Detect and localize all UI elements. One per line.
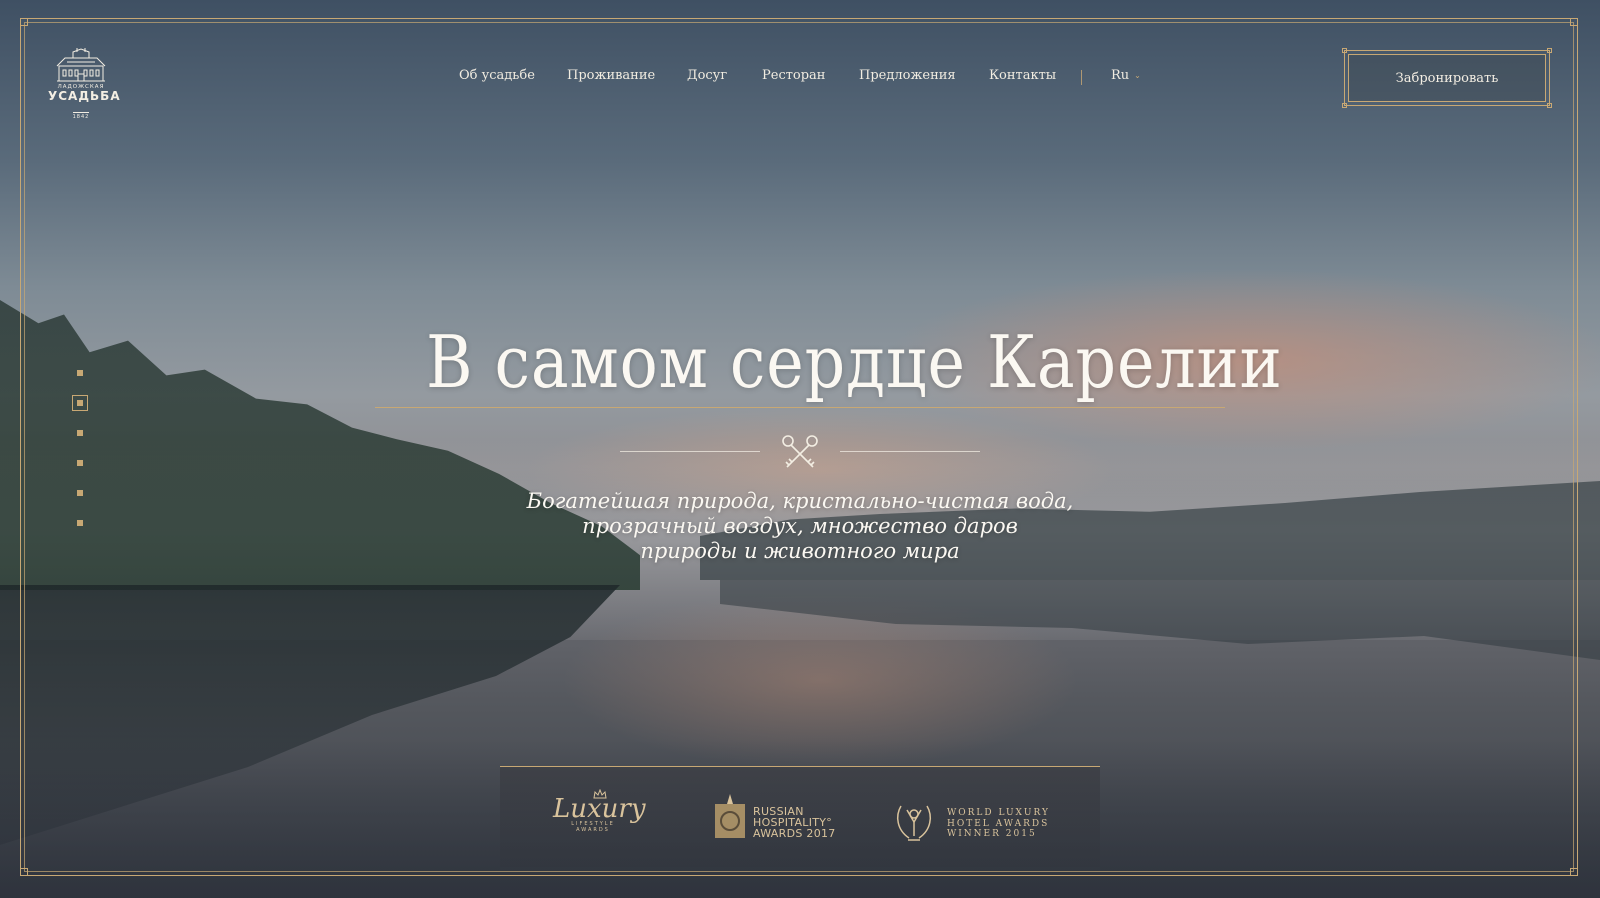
hero-subtitle: Богатейшая природа, кристально-чистая во… bbox=[450, 489, 1150, 564]
slide-dot[interactable] bbox=[77, 460, 83, 466]
nav-item-offers[interactable]: Предложения bbox=[859, 68, 956, 83]
frame-corner bbox=[1570, 18, 1578, 26]
headline-underline bbox=[375, 407, 1225, 408]
crown-icon bbox=[593, 789, 607, 799]
ornament-line-left bbox=[620, 451, 760, 452]
nav-item-restaurant[interactable]: Ресторан bbox=[762, 68, 825, 83]
award-wl-line: WINNER 2015 bbox=[947, 829, 1037, 839]
frame-corner bbox=[20, 18, 28, 26]
subtitle-line: прозрачный воздух, множество даров bbox=[582, 514, 1018, 538]
button-corner bbox=[1547, 48, 1552, 53]
language-label: Ru bbox=[1111, 68, 1130, 83]
nav-divider bbox=[1081, 70, 1082, 85]
button-corner bbox=[1547, 103, 1552, 108]
award-rha-text: RUSSIAN HOSPITALITY° AWARDS 2017 bbox=[753, 806, 883, 839]
award-world-luxury: WORLD LUXURY HOTEL AWARDS WINNER 2015 bbox=[893, 800, 1048, 848]
slide-dot[interactable] bbox=[77, 520, 83, 526]
logo-line-2: УСАДЬБА bbox=[48, 89, 121, 103]
button-corner bbox=[1342, 103, 1347, 108]
frame-corner bbox=[1570, 868, 1578, 876]
frame-corner bbox=[20, 868, 28, 876]
nav-item-leisure[interactable]: Досуг bbox=[687, 68, 727, 83]
laurel-trophy-icon bbox=[896, 805, 932, 841]
awards-divider bbox=[500, 766, 1100, 767]
slide-dot[interactable] bbox=[77, 430, 83, 436]
award-rha-line: AWARDS 2017 bbox=[753, 827, 836, 840]
chevron-down-icon: ⌄ bbox=[1134, 71, 1141, 80]
language-selector[interactable]: Ru ⌄ bbox=[1111, 68, 1141, 83]
award-luxury-lifestyle: Luxury LIFESTYLE AWARDS bbox=[553, 789, 646, 833]
nav-item-about[interactable]: Об усадьбе bbox=[459, 68, 535, 83]
subtitle-line: Богатейшая природа, кристально-чистая во… bbox=[526, 489, 1074, 513]
award-luxury-title: Luxury bbox=[553, 794, 646, 824]
hero-headline: В самом сердце Карелии bbox=[426, 320, 1283, 404]
award-wl-line: HOTEL AWARDS bbox=[947, 818, 1050, 829]
nav-item-accommodation[interactable]: Проживание bbox=[567, 68, 655, 83]
subtitle-line: природы и животного мира bbox=[640, 539, 960, 563]
award-russian-hospitality: RUSSIAN HOSPITALITY° AWARDS 2017 bbox=[713, 794, 835, 844]
award-wl-line: WORLD LUXURY bbox=[947, 808, 1050, 818]
nav-item-contacts[interactable]: Контакты bbox=[989, 68, 1056, 83]
slide-dot[interactable] bbox=[77, 370, 83, 376]
book-button[interactable]: Забронировать bbox=[1342, 48, 1552, 108]
hospitality-emblem-icon bbox=[715, 794, 745, 838]
ornament-line-right bbox=[840, 451, 980, 452]
slide-dot-active[interactable] bbox=[72, 395, 88, 411]
crossed-keys-icon bbox=[782, 435, 818, 468]
book-button-label: Забронировать bbox=[1348, 54, 1546, 102]
manor-house-icon bbox=[56, 48, 106, 82]
logo-year: 1842 bbox=[72, 112, 90, 120]
logo[interactable]: ЛАДОЖСКАЯ УСАДЬБА 1842 bbox=[48, 48, 121, 122]
slide-dot[interactable] bbox=[77, 490, 83, 496]
award-wl-text: WORLD LUXURY HOTEL AWARDS WINNER 2015 bbox=[947, 808, 1087, 840]
button-corner bbox=[1342, 48, 1347, 53]
